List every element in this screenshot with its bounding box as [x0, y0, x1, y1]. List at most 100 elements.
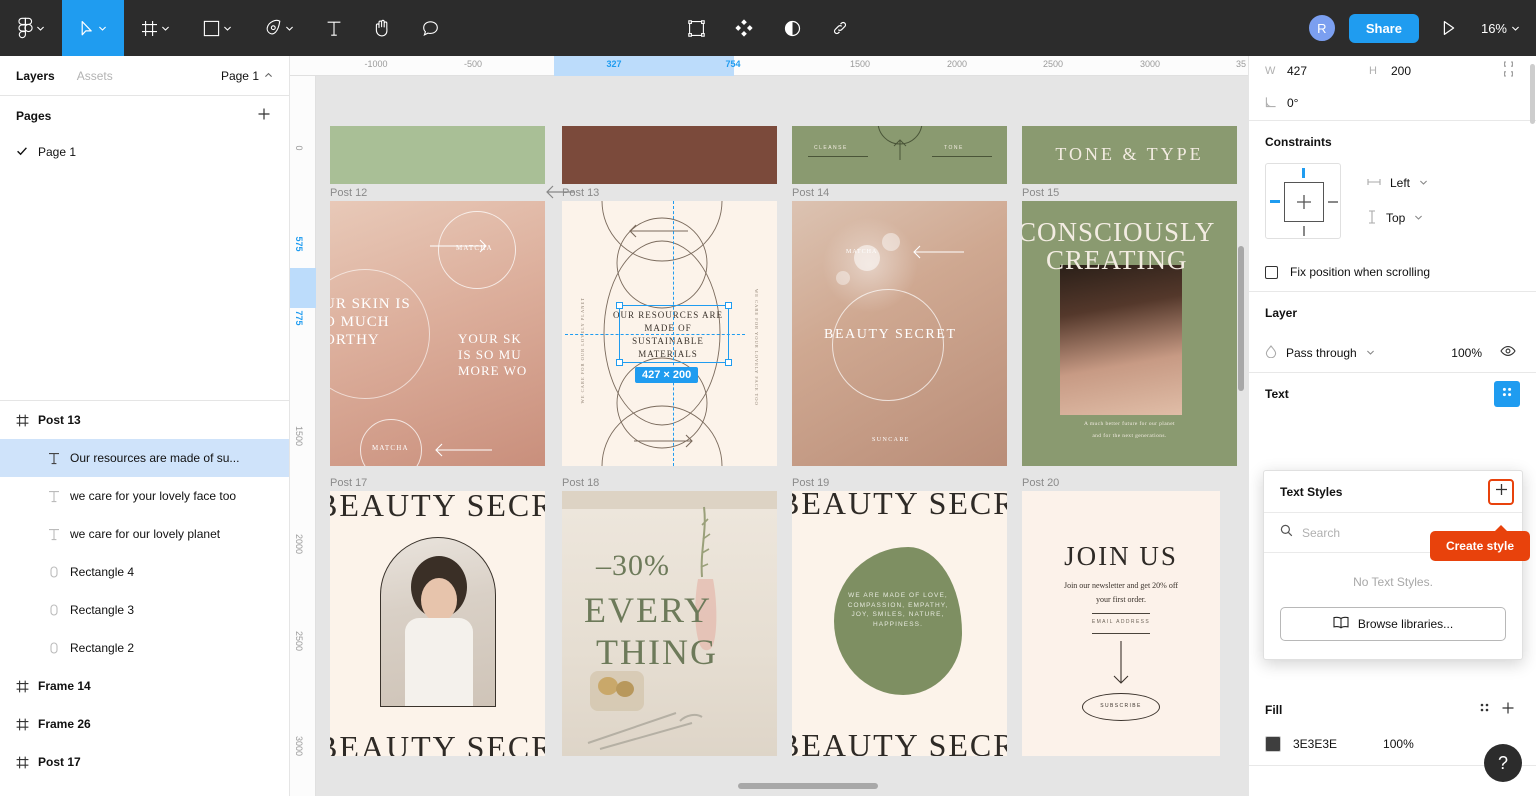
- present-button[interactable]: [1431, 0, 1467, 56]
- canvas-horizontal-scrollbar[interactable]: [738, 783, 878, 789]
- zoom-level-control[interactable]: 16%: [1479, 17, 1522, 40]
- fix-position-row[interactable]: Fix position when scrolling: [1265, 253, 1520, 291]
- height-field[interactable]: H 200: [1369, 64, 1473, 78]
- fill-opacity-value[interactable]: 100%: [1383, 737, 1414, 751]
- canvas[interactable]: CLEANSE TONE TONE & TYPE Post 12 Post 13…: [290, 56, 1248, 796]
- browse-libraries-button[interactable]: Browse libraries...: [1280, 607, 1506, 641]
- shape-tool-button[interactable]: [186, 0, 248, 56]
- layer-row-frame-26[interactable]: Frame 26: [0, 705, 289, 743]
- artboard-post-17[interactable]: BEAUTY SECR BEAUTY SECR: [330, 491, 545, 756]
- selection-bounding-box[interactable]: [619, 305, 729, 363]
- frame-label-post-20[interactable]: Post 20: [1022, 477, 1059, 489]
- comment-icon: [422, 20, 439, 37]
- fill-styles-button[interactable]: [1472, 698, 1496, 722]
- layer-row-lovely-planet[interactable]: we care for our lovely planet: [0, 515, 289, 553]
- link-button[interactable]: [816, 0, 864, 56]
- horizontal-constraint-dropdown[interactable]: Left: [1367, 176, 1428, 190]
- avatar[interactable]: R: [1306, 13, 1337, 43]
- vertical-constraint-dropdown[interactable]: Top: [1367, 209, 1428, 227]
- frame-label-post-19[interactable]: Post 19: [792, 477, 829, 489]
- play-icon: [1441, 20, 1456, 36]
- ruler-tick-selection-end: 775: [294, 310, 304, 326]
- artboard-post-20[interactable]: JOIN US Join our newsletter and get 20% …: [1022, 491, 1220, 756]
- horizontal-ruler[interactable]: -1000 -500 327 754 1500 2000 2500 3000 3…: [290, 56, 1248, 76]
- tab-layers[interactable]: Layers: [16, 69, 55, 83]
- layer-row-rectangle-4[interactable]: Rectangle 4: [0, 553, 289, 591]
- shape-icon: [48, 604, 70, 616]
- frame-label-post-14[interactable]: Post 14: [792, 187, 829, 199]
- height-label: H: [1369, 65, 1377, 77]
- vertical-ruler[interactable]: 0 575 775 1500 2000 2500 3000: [290, 56, 316, 796]
- pen-tool-button[interactable]: [248, 0, 310, 56]
- ruler-tick: -1000: [364, 59, 388, 69]
- fix-position-checkbox[interactable]: [1265, 265, 1278, 279]
- artboard-post-14[interactable]: MATCHA BEAUTY SECRET SUNCARE: [792, 201, 1007, 466]
- right-panel-scrollbar[interactable]: [1530, 64, 1535, 124]
- book-icon: [1333, 616, 1349, 632]
- lock-aspect-ratio-button[interactable]: [1496, 59, 1520, 83]
- resize-handle-bottom-left[interactable]: [616, 359, 623, 366]
- artboard-post-19[interactable]: BEAUTY SECR WE ARE MADE OF LOVE, COMPASS…: [792, 491, 1007, 756]
- post14-beauty-secret: BEAUTY SECRET: [824, 327, 957, 342]
- blend-mode-dropdown[interactable]: Pass through: [1265, 345, 1375, 361]
- text-tool-button[interactable]: [310, 0, 358, 56]
- frame-tool-button[interactable]: [124, 0, 186, 56]
- layer-row-post-13[interactable]: Post 13: [0, 401, 289, 439]
- components-button[interactable]: [720, 0, 768, 56]
- artboard-post-12-above[interactable]: [330, 126, 545, 184]
- hand-tool-button[interactable]: [358, 0, 406, 56]
- post13-side-text-left: WE CARE FOR OUR LOVELY PLANET: [580, 297, 585, 404]
- layer-row-our-resources[interactable]: Our resources are made of su...: [0, 439, 289, 477]
- resize-handle-top-left[interactable]: [616, 302, 623, 309]
- artboard-post-12[interactable]: MATCHA MATCHA UR SKIN IS O MUCH ORTHY YO…: [330, 201, 545, 466]
- layer-row-rectangle-2[interactable]: Rectangle 2: [0, 629, 289, 667]
- page-selector[interactable]: Page 1: [221, 69, 273, 83]
- help-button[interactable]: ?: [1484, 744, 1522, 782]
- resize-handle-top-right[interactable]: [725, 302, 732, 309]
- frame-label-post-18[interactable]: Post 18: [562, 477, 599, 489]
- figma-menu-button[interactable]: [0, 0, 62, 56]
- post20-subscribe-button[interactable]: SUBSCRIBE: [1082, 703, 1160, 709]
- canvas-vertical-scrollbar[interactable]: [1238, 246, 1244, 391]
- constraint-bar-top[interactable]: [1302, 168, 1305, 178]
- share-button[interactable]: Share: [1348, 13, 1419, 43]
- link-constraint-icon: [1503, 60, 1514, 82]
- add-page-button[interactable]: [253, 105, 275, 127]
- add-fill-button[interactable]: [1496, 698, 1520, 722]
- layer-row-rectangle-3[interactable]: Rectangle 3: [0, 591, 289, 629]
- constraint-bar-left[interactable]: [1270, 200, 1280, 203]
- constraint-bar-right[interactable]: [1328, 201, 1338, 203]
- mask-button[interactable]: [768, 0, 816, 56]
- text-styles-toggle-button[interactable]: [1494, 381, 1520, 407]
- frame-label-post-15[interactable]: Post 15: [1022, 187, 1059, 199]
- artboard-post-13-above[interactable]: [562, 126, 777, 184]
- resize-handle-bottom-right[interactable]: [725, 359, 732, 366]
- fill-hex-value[interactable]: 3E3E3E: [1293, 737, 1337, 751]
- tab-assets[interactable]: Assets: [77, 69, 113, 83]
- constraint-bar-bottom[interactable]: [1303, 226, 1305, 236]
- page-item-page-1[interactable]: Page 1: [0, 136, 289, 168]
- toggle-visibility-button[interactable]: [1496, 341, 1520, 365]
- width-field[interactable]: W 427: [1265, 64, 1369, 78]
- layer-row-frame-14[interactable]: Frame 14: [0, 667, 289, 705]
- artboard-post-15-above[interactable]: TONE & TYPE: [1022, 126, 1237, 184]
- create-style-button[interactable]: [1488, 478, 1514, 505]
- frame-icon: [16, 680, 38, 693]
- layer-opacity-value[interactable]: 100%: [1451, 346, 1482, 360]
- frame-label-post-17[interactable]: Post 17: [330, 477, 367, 489]
- frame-label-post-12[interactable]: Post 12: [330, 187, 367, 199]
- artboard-post-14-above[interactable]: CLEANSE TONE: [792, 126, 1007, 184]
- layer-section: Layer Pass through 100%: [1249, 292, 1536, 372]
- move-tool-button[interactable]: [62, 0, 124, 56]
- comment-tool-button[interactable]: [406, 0, 454, 56]
- chevron-down-icon: [1419, 176, 1428, 190]
- ruler-tick: 2500: [294, 630, 304, 652]
- rotation-field[interactable]: 0°: [1265, 96, 1369, 111]
- artboard-post-18[interactable]: –30% EVERY THING: [562, 491, 777, 756]
- constraint-widget[interactable]: [1265, 163, 1341, 239]
- layer-row-post-17[interactable]: Post 17: [0, 743, 289, 781]
- artboard-post-15[interactable]: CONSCIOUSLY CREATING A much better futur…: [1022, 201, 1237, 466]
- fill-color-swatch[interactable]: [1265, 736, 1281, 752]
- selection-bounds-button[interactable]: [672, 0, 720, 56]
- layer-row-lovely-face[interactable]: we care for your lovely face too: [0, 477, 289, 515]
